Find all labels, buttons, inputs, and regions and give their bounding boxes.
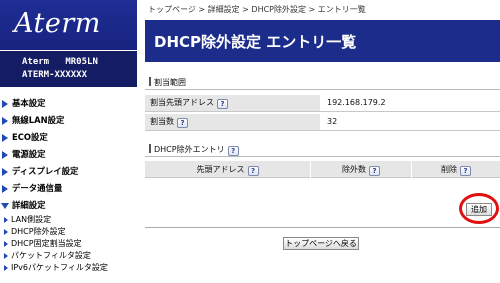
model-name: Aterm MR05LN <box>22 57 98 67</box>
arrow-right-icon <box>4 229 8 235</box>
exclusion-section-header: DHCP除外エントリ? <box>145 143 500 157</box>
sidebar-subitem-packet-filter[interactable]: パケットフィルタ設定 <box>0 250 137 262</box>
sidebar-subitem-label: DHCP除外設定 <box>11 227 66 236</box>
assign-start-value: 192.168.179.2 <box>327 98 386 107</box>
sidebar-item-label: 詳細設定 <box>12 200 46 210</box>
help-icon[interactable]: ? <box>227 146 239 156</box>
add-button[interactable]: 追加 <box>466 203 492 216</box>
sidebar-item-advanced[interactable]: 詳細設定 <box>0 197 137 214</box>
assign-count-row: 割当数? 32 <box>145 114 500 131</box>
help-icon[interactable]: ? <box>217 99 228 109</box>
row-label-cell: 割当先頭アドレス? <box>145 95 320 111</box>
section-title: DHCP除外エントリ <box>154 145 225 154</box>
sidebar-nav: 基本設定 無線LAN設定 ECO設定 電源設定 ディスプレイ設定 データ通信量 … <box>0 95 137 274</box>
sidebar-subitem-lan[interactable]: LAN側設定 <box>0 214 137 226</box>
arrow-right-icon <box>2 134 8 142</box>
sidebar-item-label: 電源設定 <box>12 149 46 159</box>
arrow-right-icon <box>2 185 8 193</box>
row-label-cell: 割当数? <box>145 114 320 130</box>
assign-start-row: 割当先頭アドレス? 192.168.179.2 <box>145 95 500 112</box>
column-header-label: 先頭アドレス <box>196 165 245 174</box>
page-title: DHCP除外設定 エントリ一覧 <box>154 33 357 51</box>
breadcrumb[interactable]: トップページ > 詳細設定 > DHCP除外設定 > エントリ一覧 <box>148 4 366 15</box>
sidebar-item-power[interactable]: 電源設定 <box>0 146 137 163</box>
column-header-label: 除外数 <box>342 165 366 174</box>
help-icon[interactable]: ? <box>247 166 259 176</box>
assign-count-label: 割当数 <box>150 117 174 126</box>
assignment-section-header: 割当範囲 <box>145 76 500 90</box>
arrow-right-icon <box>4 253 8 259</box>
arrow-right-icon <box>2 151 8 159</box>
aterm-logo: Aterm <box>14 8 101 39</box>
sidebar-subitem-ipv6-filter[interactable]: IPv6パケットフィルタ設定 <box>0 262 137 274</box>
sidebar-item-wlan[interactable]: 無線LAN設定 <box>0 112 137 129</box>
sidebar-subitem-label: パケットフィルタ設定 <box>11 251 91 260</box>
arrow-right-icon <box>2 117 8 125</box>
back-to-top-button[interactable]: トップページへ戻る <box>283 237 359 250</box>
sidebar-subitem-label: LAN側設定 <box>11 215 52 224</box>
sidebar-item-label: 基本設定 <box>12 98 46 108</box>
assign-start-label: 割当先頭アドレス <box>150 98 214 107</box>
arrow-down-icon <box>1 203 9 209</box>
logo-panel: Aterm <box>0 0 137 50</box>
sidebar-item-label: 無線LAN設定 <box>12 115 65 125</box>
column-header: 先頭アドレス? <box>145 161 310 178</box>
sidebar-subitem-dhcp-exclude[interactable]: DHCP除外設定 <box>0 226 137 238</box>
arrow-right-icon <box>4 241 8 247</box>
sidebar-item-display[interactable]: ディスプレイ設定 <box>0 163 137 180</box>
section-marker <box>149 77 151 86</box>
sidebar-item-basic[interactable]: 基本設定 <box>0 95 137 112</box>
sidebar-item-label: データ通信量 <box>12 183 63 193</box>
arrow-right-icon <box>4 265 8 271</box>
section-title: 割当範囲 <box>154 78 186 87</box>
title-bar: DHCP除外設定 エントリ一覧 <box>145 20 500 62</box>
sidebar-subitem-label: DHCP固定割当設定 <box>11 239 82 248</box>
column-header: 除外数? <box>311 161 411 178</box>
arrow-right-icon <box>2 168 8 176</box>
section-marker <box>149 144 151 153</box>
device-id: ATERM-XXXXXX <box>22 70 88 80</box>
exclusion-table-header: 先頭アドレス? 除外数? 削除? <box>145 161 500 178</box>
column-header: 削除? <box>412 161 500 178</box>
help-icon[interactable]: ? <box>460 166 471 176</box>
sidebar-subitem-dhcp-fixed[interactable]: DHCP固定割当設定 <box>0 238 137 250</box>
arrow-right-icon <box>2 100 8 108</box>
sidebar-item-data-usage[interactable]: データ通信量 <box>0 180 137 197</box>
model-info: Aterm MR05LN ATERM-XXXXXX <box>0 51 137 87</box>
arrow-right-icon <box>4 217 8 223</box>
assign-count-value: 32 <box>327 117 338 126</box>
sidebar-item-label: ECO設定 <box>12 132 48 142</box>
column-header-label: 削除 <box>441 165 457 174</box>
help-icon[interactable]: ? <box>177 118 188 128</box>
sidebar: Aterm Aterm MR05LN ATERM-XXXXXX 基本設定 無線L… <box>0 0 137 283</box>
sidebar-item-label: ディスプレイ設定 <box>12 166 79 176</box>
divider <box>145 227 500 228</box>
help-icon[interactable]: ? <box>369 166 380 176</box>
sidebar-subitem-label: IPv6パケットフィルタ設定 <box>11 263 108 272</box>
sidebar-item-eco[interactable]: ECO設定 <box>0 129 137 146</box>
